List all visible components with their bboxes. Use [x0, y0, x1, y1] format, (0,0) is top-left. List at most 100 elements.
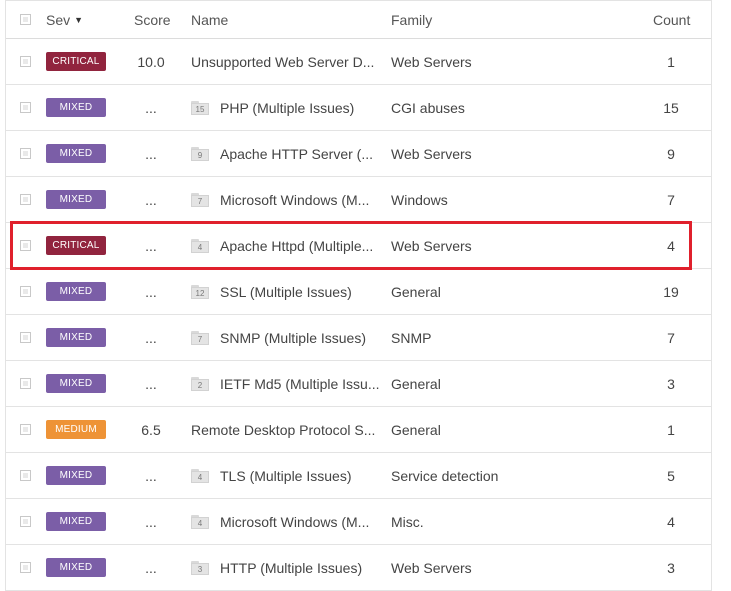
family-cell: SNMP — [391, 329, 432, 346]
table-row[interactable]: CRITICAL ... 4 Apache Httpd (Multiple...… — [6, 223, 711, 269]
group-count: 3 — [191, 562, 209, 575]
group-count: 12 — [191, 286, 209, 299]
table-row[interactable]: MIXED ... 15 PHP (Multiple Issues) CGI a… — [6, 85, 711, 131]
row-checkbox[interactable] — [20, 424, 31, 435]
row-checkbox[interactable] — [20, 194, 31, 205]
group-count: 7 — [191, 332, 209, 345]
family-cell: CGI abuses — [391, 99, 465, 116]
folder-icon: 9 — [191, 146, 209, 161]
folder-icon: 4 — [191, 514, 209, 529]
count-cell: 4 — [667, 237, 675, 254]
family-cell: Windows — [391, 191, 448, 208]
vulnerabilities-table: Sev ▼ Score Name Family Count CRITICAL 1… — [5, 0, 712, 591]
group-count: 4 — [191, 470, 209, 483]
severity-badge: MIXED — [46, 374, 106, 393]
plugin-name: IETF Md5 (Multiple Issu... — [220, 375, 380, 392]
name-cell[interactable]: 4 Microsoft Windows (M... — [191, 499, 386, 544]
severity-badge: MIXED — [46, 282, 106, 301]
score-cell: ... — [145, 513, 157, 530]
count-cell: 1 — [667, 53, 675, 70]
group-count: 4 — [191, 516, 209, 529]
table-row[interactable]: MIXED ... 7 Microsoft Windows (M... Wind… — [6, 177, 711, 223]
table-row[interactable]: MIXED ... 12 SSL (Multiple Issues) Gener… — [6, 269, 711, 315]
row-checkbox[interactable] — [20, 378, 31, 389]
count-cell: 1 — [667, 421, 675, 438]
column-header-family[interactable]: Family — [391, 1, 591, 38]
plugin-name: Apache HTTP Server (... — [220, 145, 374, 162]
column-header-sev[interactable]: Sev ▼ — [46, 1, 126, 38]
table-row[interactable]: MIXED ... 3 HTTP (Multiple Issues) Web S… — [6, 545, 711, 591]
score-cell: ... — [145, 145, 157, 162]
name-cell[interactable]: 7 Microsoft Windows (M... — [191, 177, 386, 222]
family-cell: Service detection — [391, 467, 499, 484]
severity-cell: CRITICAL — [46, 39, 126, 84]
severity-cell: MIXED — [46, 499, 126, 544]
score-cell: ... — [145, 329, 157, 346]
severity-cell: MIXED — [46, 453, 126, 498]
row-checkbox-cell — [20, 315, 36, 360]
family-cell: Web Servers — [391, 559, 472, 576]
group-count: 4 — [191, 240, 209, 253]
table-row[interactable]: CRITICAL 10.0 Unsupported Web Server D..… — [6, 39, 711, 85]
folder-icon: 4 — [191, 468, 209, 483]
name-cell[interactable]: 12 SSL (Multiple Issues) — [191, 269, 386, 314]
severity-badge: MIXED — [46, 512, 106, 531]
family-cell: Web Servers — [391, 237, 472, 254]
row-checkbox[interactable] — [20, 286, 31, 297]
name-cell[interactable]: 3 HTTP (Multiple Issues) — [191, 545, 386, 590]
name-cell[interactable]: 4 TLS (Multiple Issues) — [191, 453, 386, 498]
family-cell: General — [391, 375, 441, 392]
column-header-score[interactable]: Score — [134, 1, 176, 38]
name-cell[interactable]: 9 Apache HTTP Server (... — [191, 131, 386, 176]
row-checkbox[interactable] — [20, 102, 31, 113]
table-header: Sev ▼ Score Name Family Count — [6, 0, 711, 39]
plugin-name: SSL (Multiple Issues) — [220, 283, 352, 300]
table-row[interactable]: MIXED ... 4 Microsoft Windows (M... Misc… — [6, 499, 711, 545]
score-cell: ... — [145, 237, 157, 254]
table-row[interactable]: MIXED ... 2 IETF Md5 (Multiple Issu... G… — [6, 361, 711, 407]
row-checkbox[interactable] — [20, 56, 31, 67]
severity-badge: MEDIUM — [46, 420, 106, 439]
row-checkbox-cell — [20, 499, 36, 544]
name-cell[interactable]: 2 IETF Md5 (Multiple Issu... — [191, 361, 386, 406]
column-header-count[interactable]: Count — [653, 1, 703, 38]
row-checkbox[interactable] — [20, 240, 31, 251]
plugin-name: Microsoft Windows (M... — [220, 191, 370, 208]
folder-icon: 7 — [191, 192, 209, 207]
group-count: 2 — [191, 378, 209, 391]
select-all-checkbox[interactable] — [20, 14, 31, 25]
count-cell: 3 — [667, 559, 675, 576]
column-header-name[interactable]: Name — [191, 1, 386, 38]
table-row[interactable]: MIXED ... 4 TLS (Multiple Issues) Servic… — [6, 453, 711, 499]
row-checkbox-cell — [20, 453, 36, 498]
family-cell: General — [391, 421, 441, 438]
table-row[interactable]: MIXED ... 7 SNMP (Multiple Issues) SNMP … — [6, 315, 711, 361]
name-cell[interactable]: Unsupported Web Server D... — [191, 39, 386, 84]
severity-badge: MIXED — [46, 328, 106, 347]
row-checkbox[interactable] — [20, 562, 31, 573]
count-cell: 5 — [667, 467, 675, 484]
score-cell: ... — [145, 375, 157, 392]
family-cell: Web Servers — [391, 53, 472, 70]
row-checkbox[interactable] — [20, 332, 31, 343]
row-checkbox[interactable] — [20, 148, 31, 159]
row-checkbox-cell — [20, 223, 36, 268]
name-cell[interactable]: 4 Apache Httpd (Multiple... — [191, 223, 386, 268]
count-cell: 3 — [667, 375, 675, 392]
row-checkbox[interactable] — [20, 470, 31, 481]
severity-cell: MIXED — [46, 131, 126, 176]
name-cell[interactable]: 7 SNMP (Multiple Issues) — [191, 315, 386, 360]
row-checkbox-cell — [20, 131, 36, 176]
count-cell: 19 — [663, 283, 679, 300]
plugin-name: SNMP (Multiple Issues) — [220, 329, 367, 346]
score-cell: ... — [145, 559, 157, 576]
group-count: 15 — [191, 102, 209, 115]
table-row[interactable]: MIXED ... 9 Apache HTTP Server (... Web … — [6, 131, 711, 177]
row-checkbox-cell — [20, 361, 36, 406]
name-cell[interactable]: 15 PHP (Multiple Issues) — [191, 85, 386, 130]
group-count: 9 — [191, 148, 209, 161]
row-checkbox[interactable] — [20, 516, 31, 527]
severity-badge: MIXED — [46, 558, 106, 577]
name-cell[interactable]: Remote Desktop Protocol S... — [191, 407, 386, 452]
table-row[interactable]: MEDIUM 6.5 Remote Desktop Protocol S... … — [6, 407, 711, 453]
